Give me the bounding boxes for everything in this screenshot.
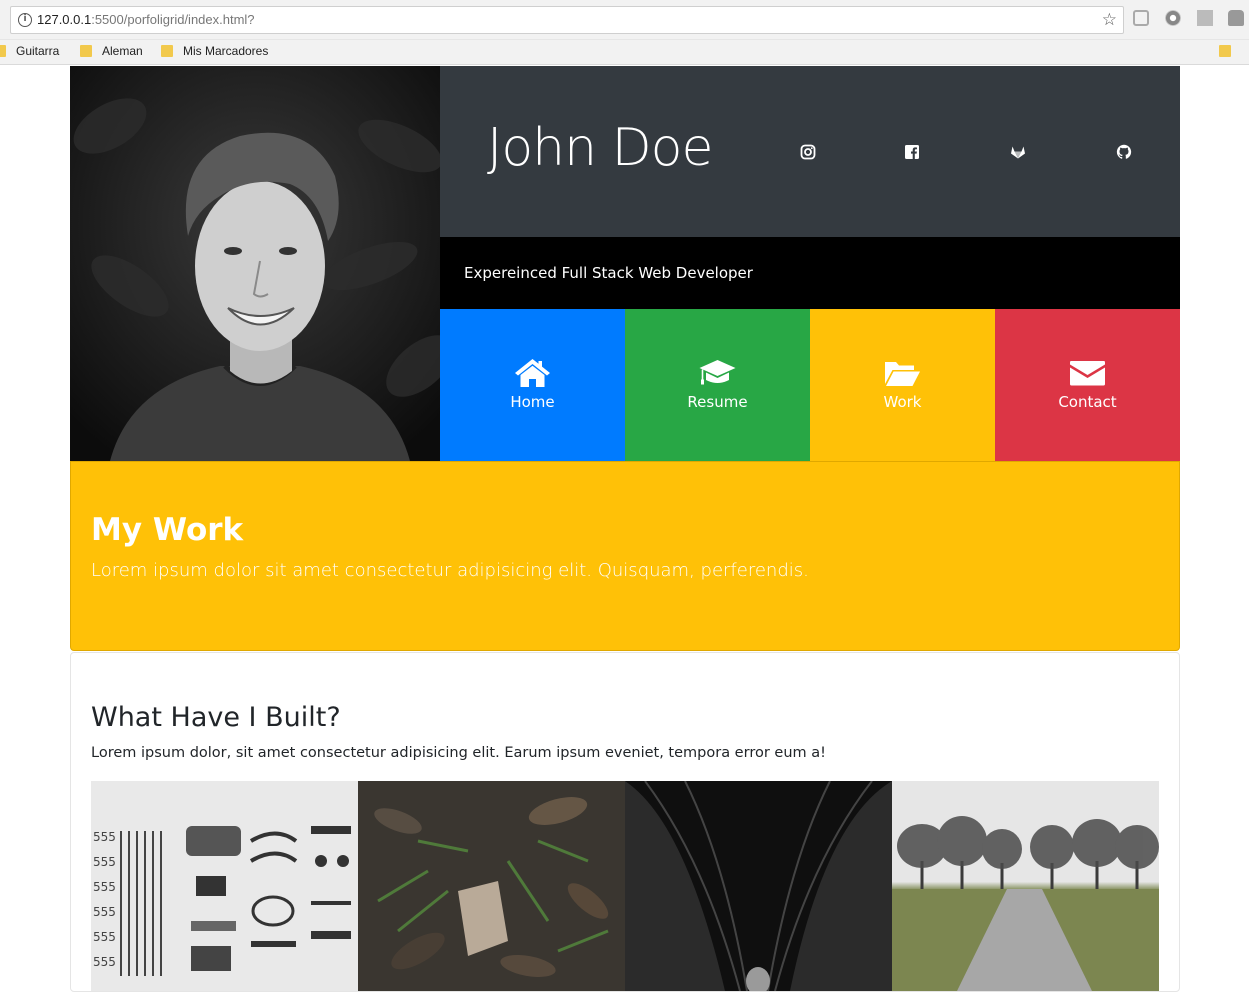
page-container: John Doe Expereinced Full Stack Web Deve… bbox=[70, 66, 1180, 992]
bookmark-aleman[interactable]: Aleman bbox=[80, 44, 143, 58]
tagline-bar: Expereinced Full Stack Web Developer bbox=[440, 237, 1180, 309]
nav-tile-work[interactable]: Work bbox=[810, 309, 995, 461]
bookmark-guitarra[interactable]: Guitarra bbox=[0, 44, 59, 58]
svg-text:555: 555 bbox=[93, 830, 116, 844]
hero-section: John Doe Expereinced Full Stack Web Deve… bbox=[70, 66, 1180, 461]
nav-tile-label: Resume bbox=[687, 393, 748, 411]
pdf-extension-icon[interactable] bbox=[1197, 10, 1213, 26]
bookmark-label: Aleman bbox=[102, 44, 143, 58]
bookmarks-bar: Guitarra Aleman Mis Marcadores bbox=[0, 40, 1249, 65]
built-title: What Have I Built? bbox=[91, 702, 341, 733]
bookmark-mis-marcadores[interactable]: Mis Marcadores bbox=[161, 44, 268, 58]
github-icon[interactable] bbox=[1116, 144, 1132, 160]
graduation-cap-icon bbox=[699, 360, 736, 385]
svg-text:555: 555 bbox=[93, 855, 116, 869]
gitlab-icon[interactable] bbox=[1010, 144, 1026, 160]
instagram-icon[interactable] bbox=[800, 144, 816, 160]
profile-name: John Doe bbox=[487, 118, 713, 178]
project-thumbnail[interactable] bbox=[358, 781, 625, 991]
folder-icon bbox=[161, 45, 173, 57]
nav-tile-label: Home bbox=[510, 393, 555, 411]
nav-tile-home[interactable]: Home bbox=[440, 309, 625, 461]
nav-tile-contact[interactable]: Contact bbox=[995, 309, 1180, 461]
bookmark-other[interactable] bbox=[1219, 44, 1241, 58]
svg-text:555: 555 bbox=[93, 930, 116, 944]
folder-icon bbox=[80, 45, 92, 57]
nav-tile-label: Work bbox=[883, 393, 922, 411]
forest-floor-image bbox=[374, 797, 609, 977]
my-work-subtitle: Lorem ipsum dolor sit amet consectetur a… bbox=[91, 560, 809, 581]
svg-text:555: 555 bbox=[93, 880, 116, 894]
browser-toolbar: i 127.0.0.1:5500/porfoligrid/index.html?… bbox=[0, 0, 1249, 40]
folder-open-icon bbox=[885, 362, 920, 386]
bookmark-label: Guitarra bbox=[16, 44, 60, 58]
url-path: :5500/porfoligrid/index.html? bbox=[91, 12, 255, 27]
extension-icon[interactable] bbox=[1165, 10, 1181, 26]
address-bar[interactable]: i 127.0.0.1:5500/porfoligrid/index.html?… bbox=[10, 6, 1124, 34]
tagline-text: Expereinced Full Stack Web Developer bbox=[464, 264, 753, 282]
tree-tunnel-image bbox=[625, 781, 892, 991]
nav-tile-label: Contact bbox=[1058, 393, 1117, 411]
url-host: 127.0.0.1 bbox=[37, 12, 92, 27]
hero-right-panel: John Doe Expereinced Full Stack Web Deve… bbox=[440, 66, 1180, 461]
url-text[interactable]: 127.0.0.1:5500/porfoligrid/index.html? bbox=[37, 12, 255, 27]
portrait-illustration bbox=[70, 66, 440, 461]
typewriter-parts-image: 555 555 555 555 555 555 bbox=[93, 826, 351, 976]
folder-icon bbox=[1219, 45, 1231, 57]
tree-path-image bbox=[892, 816, 1159, 991]
project-thumbnail[interactable] bbox=[625, 781, 892, 991]
envelope-icon bbox=[1070, 361, 1105, 386]
project-thumbnail[interactable] bbox=[892, 781, 1159, 991]
extension-icon[interactable] bbox=[1133, 10, 1149, 26]
my-work-header: My Work Lorem ipsum dolor sit amet conse… bbox=[70, 461, 1180, 651]
built-description: Lorem ipsum dolor, sit amet consectetur … bbox=[91, 745, 826, 761]
home-icon bbox=[515, 359, 550, 387]
nav-tile-resume[interactable]: Resume bbox=[625, 309, 810, 461]
name-bar: John Doe bbox=[440, 66, 1180, 237]
my-work-title: My Work bbox=[91, 512, 244, 548]
bookmark-label: Mis Marcadores bbox=[183, 44, 269, 58]
profile-photo bbox=[70, 66, 440, 461]
svg-text:555: 555 bbox=[93, 955, 116, 969]
project-thumbnail[interactable]: 555 555 555 555 555 555 bbox=[91, 781, 358, 991]
nav-tiles: Home Resume Work Contact bbox=[440, 309, 1180, 461]
bookmark-star-icon[interactable]: ☆ bbox=[1102, 10, 1117, 30]
folder-icon bbox=[0, 45, 6, 57]
built-section: What Have I Built? Lorem ipsum dolor, si… bbox=[70, 652, 1180, 992]
facebook-icon[interactable] bbox=[904, 144, 920, 160]
site-info-icon[interactable]: i bbox=[18, 13, 32, 27]
svg-text:555: 555 bbox=[93, 905, 116, 919]
android-extension-icon[interactable] bbox=[1228, 10, 1244, 26]
project-gallery: 555 555 555 555 555 555 bbox=[91, 781, 1159, 991]
